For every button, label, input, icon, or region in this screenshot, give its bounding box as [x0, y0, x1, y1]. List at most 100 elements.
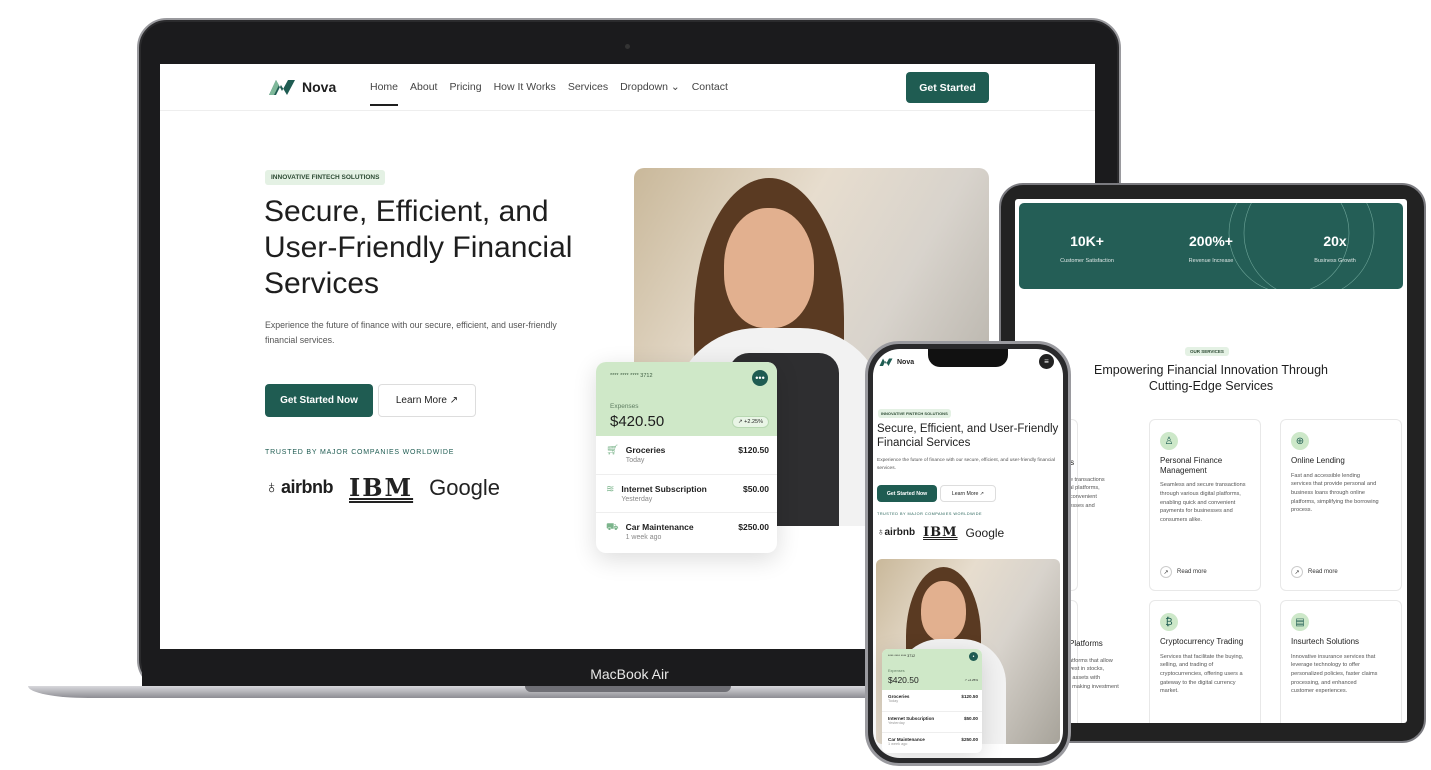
- laptop-model-label: MacBook Air: [590, 666, 669, 682]
- laptop-camera: [625, 44, 630, 49]
- transaction-row[interactable]: Internet Subscription Yesterday $50.00: [882, 711, 982, 732]
- nova-logo-icon: [269, 80, 295, 95]
- phone-trusted-caption: TRUSTED BY MAJOR COMPANIES WORLDWIDE: [877, 512, 982, 516]
- transaction-row[interactable]: ⛟ Car Maintenance 1 week ago $250.00: [596, 512, 777, 553]
- document-icon: ▤: [1291, 613, 1309, 631]
- stat-label: Business Growth: [1314, 258, 1356, 264]
- transaction-row[interactable]: 🛒︎ Groceries Today $120.50: [596, 436, 777, 474]
- ibm-logo: IBM: [923, 525, 958, 540]
- nav-about[interactable]: About: [410, 81, 437, 93]
- chevron-down-icon: ⌄: [670, 81, 680, 93]
- service-title: Insurtech Solutions: [1291, 637, 1360, 646]
- phone-expense-card: **** **** **** 3712 • Expenses $420.50 ↗…: [882, 649, 982, 753]
- expenses-amount: $420.50: [888, 675, 919, 685]
- airbnb-wordmark: airbnb: [884, 527, 916, 538]
- brand-name: Nova: [302, 79, 337, 95]
- google-logo: Google: [429, 474, 501, 500]
- service-card[interactable]: ▤ Insurtech Solutions Innovative insuran…: [1280, 600, 1402, 723]
- nova-logo-icon: [879, 358, 893, 366]
- photo-face: [724, 208, 814, 328]
- transaction-name: Groceries: [625, 445, 666, 455]
- phone-get-started-button[interactable]: Get Started Now: [877, 485, 937, 502]
- trusted-caption: TRUSTED BY MAJOR COMPANIES WORLDWIDE: [265, 449, 455, 456]
- learn-more-button[interactable]: Learn More ↗: [378, 384, 476, 417]
- read-more-link[interactable]: ↗ Read more: [1291, 566, 1338, 578]
- transaction-amount: $50.00: [743, 484, 769, 494]
- nav-home[interactable]: Home: [370, 81, 399, 106]
- service-card[interactable]: ₿ Cryptocurrency Trading Services that f…: [1149, 600, 1261, 723]
- bitcoin-icon: ₿: [1160, 613, 1178, 631]
- service-card[interactable]: ♙ Personal Finance Management Seamless a…: [1149, 419, 1261, 591]
- transaction-when: Yesterday: [621, 496, 653, 503]
- hero-title-line: Services: [264, 267, 380, 300]
- transaction-row[interactable]: ≋ Internet Subscription Yesterday $50.00: [596, 474, 777, 512]
- service-title: Cryptocurrency Trading: [1160, 637, 1244, 646]
- car-icon: ⛟: [606, 522, 619, 533]
- transaction-name: Internet Subscription: [621, 484, 707, 494]
- phone-partner-logos: ♁airbnb IBM Google: [877, 525, 1004, 540]
- service-description: Services that facilitate the buying, sel…: [1160, 653, 1244, 695]
- hero-title-line: User-Friendly Financial: [264, 231, 573, 264]
- stat-value: 200%+: [1189, 233, 1233, 249]
- service-title: Personal Finance Management: [1160, 456, 1223, 475]
- phone-brand[interactable]: Nova: [879, 357, 914, 367]
- phone-hero-badge: INNOVATIVE FINTECH SOLUTIONS: [878, 409, 951, 418]
- phone-hero-title: Secure, Efficient, and User-Friendly Fin…: [877, 423, 1059, 450]
- stats-banner: 10K+ Customer Satisfaction 200%+ Revenue I…: [1019, 203, 1403, 289]
- google-logo: Google: [965, 525, 1005, 540]
- get-started-now-button[interactable]: Get Started Now: [265, 384, 373, 417]
- stat-label: Customer Satisfaction: [1060, 258, 1114, 264]
- nav-pricing[interactable]: Pricing: [449, 81, 481, 93]
- phone-hero-subtitle: Experience the future of finance with ou…: [877, 458, 1056, 472]
- menu-icon[interactable]: ≡: [1039, 354, 1054, 369]
- stat-label: Revenue Increase: [1188, 258, 1234, 264]
- wifi-icon: ≋: [606, 484, 615, 495]
- service-description: Innovative insurance services that lever…: [1291, 653, 1378, 695]
- phone-learn-more-button[interactable]: Learn More ↗: [940, 485, 996, 502]
- more-icon[interactable]: •: [969, 652, 978, 661]
- hero-title: Secure, Efficient, and User-Friendly Fin…: [264, 194, 624, 302]
- expenses-amount: $420.50: [610, 413, 665, 430]
- transaction-row[interactable]: Car Maintenance 1 week ago $250.00: [882, 732, 982, 753]
- expenses-label: Expenses: [888, 669, 905, 673]
- photo-face: [921, 581, 966, 641]
- transaction-amount: $250.00: [961, 737, 978, 742]
- services-title-line: Cutting-Edge Services: [1148, 378, 1274, 393]
- nav-services[interactable]: Services: [568, 81, 608, 93]
- service-description: Seamless and secure transactions through…: [1160, 482, 1246, 523]
- transaction-when: 1 week ago: [888, 742, 908, 746]
- airbnb-mark-icon: ♁: [877, 527, 885, 538]
- more-icon[interactable]: •••: [752, 370, 768, 386]
- get-started-button[interactable]: Get Started: [906, 72, 989, 103]
- navbar: Nova Home About Pricing How It Works Ser…: [160, 64, 1095, 111]
- stat-business-growth: 20x Business Growth: [1280, 233, 1390, 267]
- laptop-hinge-notch: [525, 686, 731, 692]
- nav-dropdown-label: Dropdown: [620, 81, 668, 93]
- read-more-link[interactable]: ↗ Read more: [1160, 566, 1207, 578]
- cart-icon: 🛒︎: [606, 445, 619, 456]
- phone-notch: [928, 349, 1008, 367]
- device-mockup-stage: MacBook Air Nova Home About Pricing How …: [0, 0, 1431, 770]
- nav-dropdown[interactable]: Dropdown ⌄: [620, 81, 680, 93]
- globe-icon: ⊕: [1291, 432, 1309, 450]
- transaction-row[interactable]: Groceries Today $120.50: [882, 690, 982, 711]
- change-pill: ↗ +2.25%: [964, 678, 978, 682]
- brand[interactable]: Nova: [268, 77, 336, 97]
- services-badge: OUR SERVICES: [1185, 347, 1229, 356]
- transaction-amount: $50.00: [963, 716, 978, 721]
- transaction-when: Today: [888, 699, 899, 703]
- transaction-amount: $120.50: [961, 694, 978, 699]
- ibm-logo: IBM: [349, 473, 414, 502]
- nav-links: Home About Pricing How It Works Services…: [370, 81, 728, 106]
- service-card[interactable]: ⊕ Online Lending Fast and accessible len…: [1280, 419, 1402, 591]
- transaction-when: Today: [625, 457, 645, 464]
- nav-contact[interactable]: Contact: [692, 81, 728, 93]
- stat-value: 10K+: [1070, 233, 1104, 249]
- service-description: Fast and accessible lending services tha…: [1291, 472, 1379, 514]
- card-number: **** **** **** 3712: [888, 654, 916, 658]
- expense-card: **** **** **** 3712 ••• Expenses $420.50…: [596, 362, 777, 553]
- airbnb-logo: ♁airbnb: [877, 527, 915, 538]
- transaction-when: Yesterday: [888, 721, 905, 725]
- nav-how-it-works[interactable]: How It Works: [494, 81, 556, 93]
- transaction-name: Car Maintenance: [625, 522, 694, 532]
